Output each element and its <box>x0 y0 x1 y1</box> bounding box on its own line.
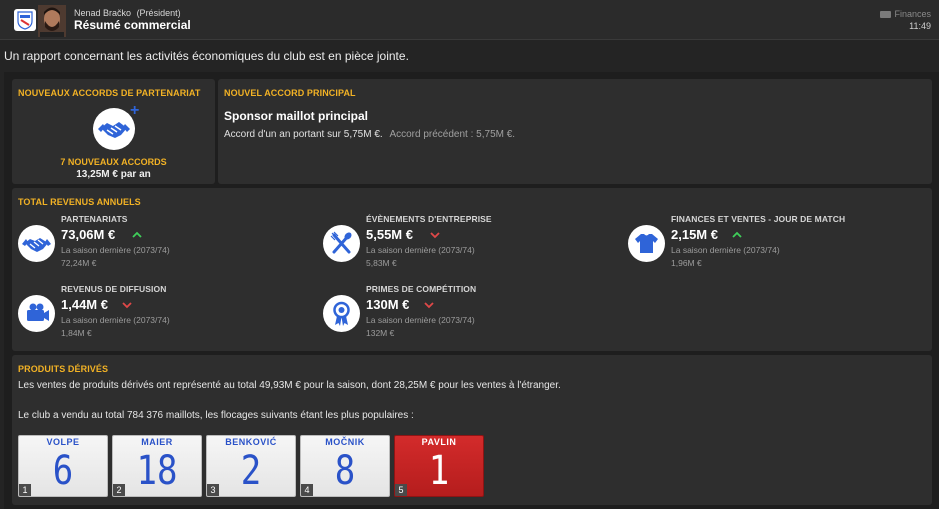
trend-down-icon <box>430 232 440 239</box>
revenue-item-competition-prizes: PRIMES DE COMPÉTITION 130M € La saison d… <box>323 284 623 348</box>
category-tag: Finances <box>880 9 931 19</box>
panel-title: NOUVEL ACCORD PRINCIPAL <box>224 88 356 98</box>
shirt-card[interactable]: MOČNIK 8 4 <box>300 435 390 497</box>
shirt-number: 18 <box>136 448 178 494</box>
shirt-number: 8 <box>334 448 356 494</box>
trend-up-icon <box>132 231 142 238</box>
revenue-label: PRIMES DE COMPÉTITION <box>366 284 477 294</box>
message-header: Nenad Bračko (Président) Résumé commerci… <box>0 0 939 40</box>
handshake-icon <box>18 225 55 262</box>
shirt-icon <box>628 225 665 262</box>
shirt-player-name: BENKOVIĆ <box>225 437 277 447</box>
revenue-value: 130M € <box>366 297 410 312</box>
trend-down-icon <box>424 302 434 309</box>
deal-description: Accord d'un an portant sur 5,75M €. <box>224 129 383 140</box>
shirt-rank: 1 <box>19 484 31 496</box>
message-subject: Résumé commercial <box>74 18 191 32</box>
sender-role: (Président) <box>136 8 181 18</box>
sponsor-description: Accord d'un an portant sur 5,75M €. Acco… <box>224 129 515 140</box>
panel-title: TOTAL REVENUS ANNUELS <box>18 197 141 207</box>
revenue-label: FINANCES ET VENTES - JOUR DE MATCH <box>671 214 846 224</box>
annual-revenue-panel: TOTAL REVENUS ANNUELS PARTENARIATS 73,06… <box>12 188 932 351</box>
merchandise-panel: PRODUITS DÉRIVÉS Les ventes de produits … <box>12 355 932 505</box>
revenue-label: ÉVÈNEMENTS D'ENTREPRISE <box>366 214 492 224</box>
revenue-value: 5,55M € <box>366 227 413 242</box>
shirt-number: 2 <box>240 448 262 494</box>
last-season-label: La saison dernière (2073/74) <box>671 245 780 255</box>
shirt-player-name: PAVLIN <box>421 437 457 447</box>
shirt-rank: 4 <box>301 484 313 496</box>
cutlery-icon <box>323 225 360 262</box>
trend-down-icon <box>122 302 132 309</box>
previous-deal: Accord précédent : 5,75M €. <box>389 129 516 140</box>
revenue-item-broadcast: REVENUS DE DIFFUSION 1,44M € La saison d… <box>18 284 318 348</box>
handshake-icon <box>93 108 135 150</box>
last-season-value: 5,83M € <box>366 258 397 268</box>
shirt-card[interactable]: MAIER 18 2 <box>112 435 202 497</box>
medal-icon <box>323 295 360 332</box>
last-season-value: 1,84M € <box>61 328 92 338</box>
shirt-rank: 5 <box>395 484 407 496</box>
revenue-item-matchday: FINANCES ET VENTES - JOUR DE MATCH 2,15M… <box>628 214 928 278</box>
revenue-item-partnerships: PARTENARIATS 73,06M € La saison dernière… <box>18 214 318 278</box>
plus-icon: + <box>130 102 140 119</box>
sender-name[interactable]: Nenad Bračko <box>74 8 131 18</box>
sponsor-title: Sponsor maillot principal <box>224 109 369 123</box>
new-partnerships-panel: NOUVEAUX ACCORDS DE PARTENARIAT + 7 NOUV… <box>12 79 215 184</box>
last-season-value: 132M € <box>366 328 395 338</box>
revenue-value: 2,15M € <box>671 227 718 242</box>
last-season-label: La saison dernière (2073/74) <box>61 315 170 325</box>
last-season-label: La saison dernière (2073/74) <box>366 315 475 325</box>
panel-title: PRODUITS DÉRIVÉS <box>18 364 109 374</box>
shirt-player-name: MOČNIK <box>325 437 365 447</box>
revenue-value: 73,06M € <box>61 227 116 242</box>
message-time: 11:49 <box>909 21 931 31</box>
club-badge-icon[interactable] <box>14 9 36 31</box>
last-season-value: 1,96M € <box>671 258 702 268</box>
shirt-number: 6 <box>52 448 74 494</box>
shirt-rank: 2 <box>113 484 125 496</box>
trend-up-icon <box>732 231 742 238</box>
sender-avatar[interactable] <box>38 5 66 37</box>
shirt-card[interactable]: VOLPE 6 1 <box>18 435 108 497</box>
revenue-value: 1,44M € <box>61 297 108 312</box>
shirt-player-name: VOLPE <box>46 437 80 447</box>
camera-icon <box>18 295 55 332</box>
panel-title: NOUVEAUX ACCORDS DE PARTENARIAT <box>18 88 201 98</box>
revenue-label: REVENUS DE DIFFUSION <box>61 284 167 294</box>
new-deals-count: 7 NOUVEAUX ACCORDS <box>60 157 167 167</box>
last-season-label: La saison dernière (2073/74) <box>366 245 475 255</box>
last-season-value: 72,24M € <box>61 258 97 268</box>
revenue-label: PARTENARIATS <box>61 214 128 224</box>
main-deal-panel: NOUVEL ACCORD PRINCIPAL Sponsor maillot … <box>218 79 932 184</box>
sender-line: Nenad Bračko (Président) <box>74 8 181 18</box>
shirt-number: 1 <box>428 448 450 494</box>
shirt-rank: 3 <box>207 484 219 496</box>
report-attachment: NOUVEAUX ACCORDS DE PARTENARIAT + 7 NOUV… <box>4 72 939 509</box>
last-season-label: La saison dernière (2073/74) <box>61 245 170 255</box>
shirt-player-name: MAIER <box>141 437 173 447</box>
tag-icon <box>880 10 892 18</box>
intro-text: Un rapport concernant les activités écon… <box>4 49 409 63</box>
new-deals-amount: 13,25M € par an <box>76 169 151 180</box>
category-label: Finances <box>894 9 931 19</box>
shirt-sales-text: Le club a vendu au total 784 376 maillot… <box>18 410 414 421</box>
revenue-item-corporate-events: ÉVÈNEMENTS D'ENTREPRISE 5,55M € La saiso… <box>323 214 623 278</box>
shirt-card[interactable]: PAVLIN 1 5 <box>394 435 484 497</box>
shirt-card[interactable]: BENKOVIĆ 2 3 <box>206 435 296 497</box>
merch-sales-text: Les ventes de produits dérivés ont repré… <box>18 380 561 391</box>
